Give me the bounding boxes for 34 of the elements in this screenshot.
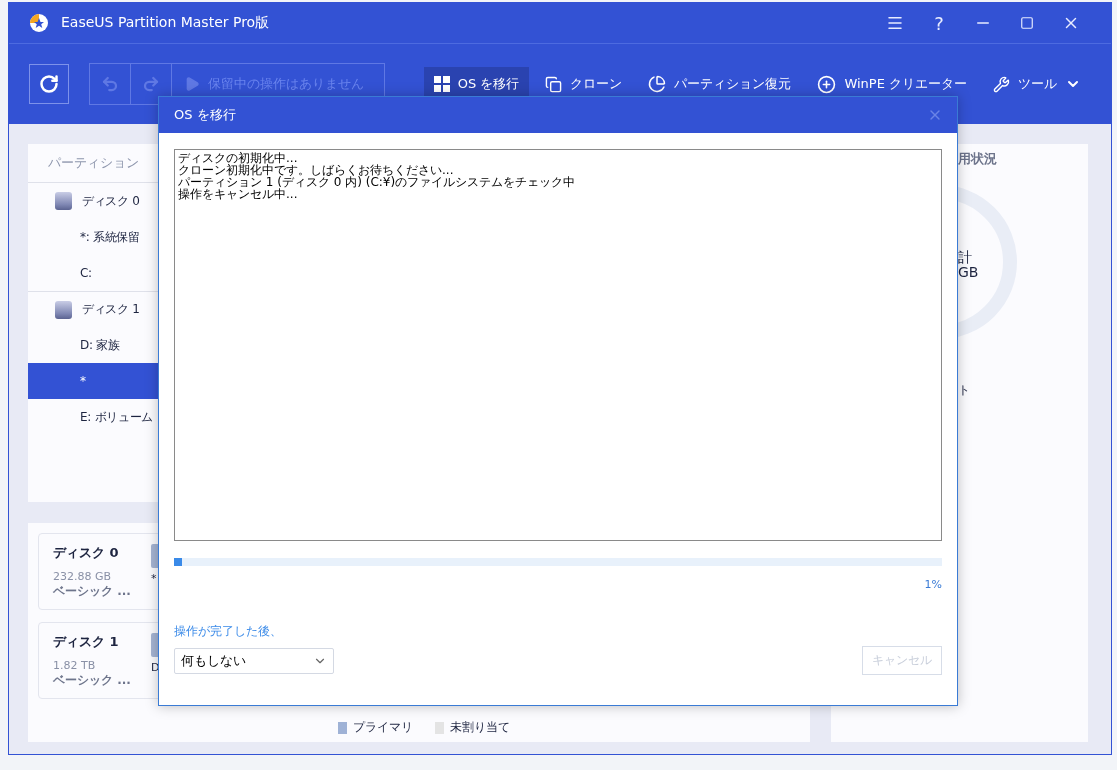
window-title: EaseUS Partition Master Pro版 [61,14,271,32]
after-action-select[interactable]: 何もしない [174,647,334,674]
dialog-title: OS を移行 [174,106,237,124]
disk-size: 232.88 GB [53,570,113,583]
partition-label: * [151,572,158,585]
disk-type: ベーシック ... [53,583,132,600]
plus-circle-icon [817,74,837,94]
usage-title: 用状況 [958,150,998,168]
progress-reading: 1% [924,578,942,591]
wrench-icon [993,75,1010,93]
legend-label: 未割り当て [450,719,510,736]
toolbar-button[interactable]: WinPE クリエーター [807,67,977,101]
windows-icon [433,76,450,92]
redo-icon [142,75,160,93]
total-label: 計 [958,250,972,265]
toolbar-button[interactable]: ツール [983,67,1091,101]
disk-name: ディスク 1 [53,633,120,651]
log-line: 操作をキャンセル中... [178,188,299,200]
disk-name: ディスク 0 [53,544,120,562]
refresh-icon [39,74,59,94]
legend-label: プライマリ [353,719,413,736]
toolbar-button[interactable]: パーティション復元 [638,67,802,101]
disk-type: ベーシック ... [53,672,132,689]
usage-note: ト [958,382,971,399]
disk-size: 1.82 TB [53,659,97,672]
toolbar-button[interactable]: クローン [535,67,633,101]
undo-icon [101,75,119,93]
total-value: GB [958,265,979,280]
help-button[interactable]: ? [917,8,961,38]
pie-icon [648,75,667,93]
app-logo-icon [29,13,49,33]
play-icon [184,76,200,92]
copy-icon [545,75,563,93]
refresh-button[interactable] [29,64,69,104]
